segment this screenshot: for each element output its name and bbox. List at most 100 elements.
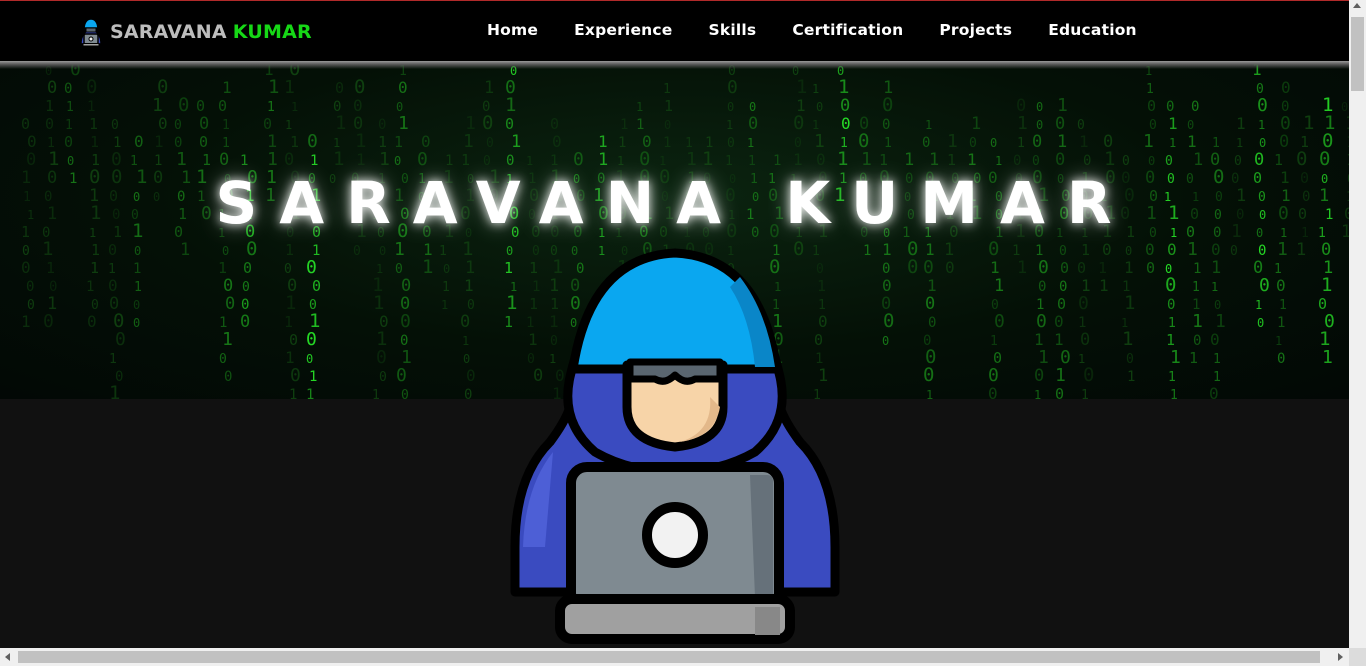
svg-text:1: 1 [442, 280, 450, 295]
svg-text:0: 0 [1036, 311, 1047, 332]
svg-text:0: 0 [379, 370, 387, 385]
svg-text:0: 0 [306, 329, 317, 350]
svg-text:0: 0 [793, 112, 804, 134]
svg-text:1: 1 [222, 136, 230, 151]
nav-link-skills[interactable]: Skills [709, 21, 757, 39]
nav-menu: Home Experience Skills Certification Pro… [487, 21, 1173, 39]
svg-text:1: 1 [1098, 259, 1107, 277]
nav-link-education[interactable]: Education [1048, 21, 1137, 39]
horizontal-scroll-thumb[interactable] [18, 651, 1320, 663]
svg-text:0: 0 [550, 115, 559, 133]
svg-text:1: 1 [636, 117, 644, 133]
svg-text:1: 1 [967, 150, 977, 169]
svg-text:1: 1 [152, 95, 163, 116]
svg-text:1: 1 [484, 78, 494, 98]
svg-text:1: 1 [1303, 112, 1314, 134]
svg-text:0: 0 [1078, 293, 1089, 314]
svg-text:0: 0 [1257, 316, 1264, 330]
svg-text:0: 0 [1259, 275, 1270, 296]
svg-text:1: 1 [944, 240, 954, 260]
svg-text:1: 1 [285, 292, 296, 314]
svg-text:0: 0 [1191, 99, 1199, 115]
brand[interactable]: SARAVANA KUMAR [78, 16, 312, 48]
svg-text:1: 1 [462, 334, 469, 348]
svg-text:1: 1 [1169, 136, 1176, 150]
svg-text:1: 1 [109, 352, 117, 367]
svg-text:1: 1 [42, 238, 53, 260]
svg-text:1: 1 [289, 387, 297, 399]
svg-text:0: 0 [1341, 100, 1348, 114]
svg-text:0: 0 [242, 280, 250, 295]
svg-text:0: 0 [1032, 132, 1042, 152]
svg-text:0: 0 [990, 136, 997, 150]
svg-text:1: 1 [1321, 274, 1332, 296]
svg-text:0: 0 [43, 311, 54, 332]
scroll-left-arrow-icon[interactable] [5, 653, 10, 661]
svg-text:1: 1 [511, 132, 521, 152]
nav-link-home[interactable]: Home [487, 21, 538, 39]
svg-text:1: 1 [1258, 118, 1265, 132]
svg-text:1: 1 [48, 148, 59, 170]
svg-text:0: 0 [816, 100, 823, 114]
svg-text:1: 1 [663, 135, 671, 151]
svg-text:1: 1 [925, 118, 932, 132]
svg-text:0: 0 [1214, 298, 1221, 312]
brand-first-name: SARAVANA [110, 21, 227, 43]
nav-link-projects[interactable]: Projects [939, 21, 1012, 39]
svg-text:0: 0 [1321, 240, 1331, 260]
svg-text:0: 0 [945, 258, 955, 277]
svg-text:0: 0 [1259, 136, 1266, 150]
svg-text:1: 1 [1034, 388, 1041, 399]
svg-text:1: 1 [218, 259, 227, 277]
svg-text:0: 0 [1083, 364, 1094, 386]
svg-text:0: 0 [1013, 153, 1021, 169]
svg-text:1: 1 [398, 113, 409, 134]
svg-text:1: 1 [1187, 132, 1197, 151]
svg-text:1: 1 [154, 153, 162, 169]
svg-text:1: 1 [812, 118, 819, 132]
nav-link-certification[interactable]: Certification [792, 21, 903, 39]
vertical-scrollbar[interactable] [1349, 0, 1366, 648]
svg-text:0: 0 [922, 135, 930, 151]
nav-link-experience[interactable]: Experience [574, 21, 672, 39]
svg-text:1: 1 [1168, 316, 1176, 331]
svg-text:1: 1 [422, 256, 433, 278]
svg-text:0: 0 [749, 100, 756, 114]
svg-text:1: 1 [1168, 114, 1178, 133]
svg-text:0: 0 [464, 387, 472, 399]
svg-text:0: 0 [1280, 113, 1291, 134]
svg-text:1: 1 [1296, 240, 1306, 260]
svg-text:0: 0 [1279, 132, 1289, 152]
svg-text:0: 0 [91, 298, 99, 313]
svg-text:0: 0 [1038, 257, 1049, 278]
svg-text:1: 1 [465, 258, 475, 278]
svg-text:1: 1 [310, 153, 318, 169]
svg-text:1: 1 [1146, 82, 1154, 97]
svg-text:0: 0 [816, 150, 826, 169]
navbar: SARAVANA KUMAR Home Experience Skills Ce… [0, 1, 1349, 61]
svg-text:1: 1 [90, 259, 99, 277]
svg-text:1: 1 [725, 154, 733, 169]
svg-text:1: 1 [1168, 370, 1176, 385]
svg-text:0: 0 [115, 329, 126, 350]
svg-text:1: 1 [46, 259, 55, 277]
scroll-up-arrow-icon[interactable] [1353, 3, 1361, 8]
svg-text:0: 0 [47, 78, 57, 98]
svg-text:0: 0 [1057, 295, 1066, 313]
svg-text:1: 1 [620, 117, 628, 133]
svg-text:1: 1 [1192, 280, 1200, 295]
svg-text:0: 0 [67, 154, 74, 168]
svg-text:0: 0 [398, 78, 408, 97]
svg-text:0: 0 [994, 311, 1005, 332]
scrollbar-corner [1349, 648, 1366, 666]
svg-text:0: 0 [573, 149, 584, 170]
svg-text:0: 0 [1254, 150, 1264, 170]
svg-text:0: 0 [133, 316, 140, 330]
svg-text:1: 1 [793, 150, 803, 169]
svg-text:1: 1 [1055, 365, 1066, 386]
vertical-scroll-thumb[interactable] [1351, 17, 1364, 91]
horizontal-scrollbar[interactable] [0, 648, 1366, 666]
scroll-right-arrow-icon[interactable] [1338, 653, 1343, 661]
svg-text:0: 0 [290, 365, 301, 386]
svg-text:0: 0 [223, 276, 233, 296]
